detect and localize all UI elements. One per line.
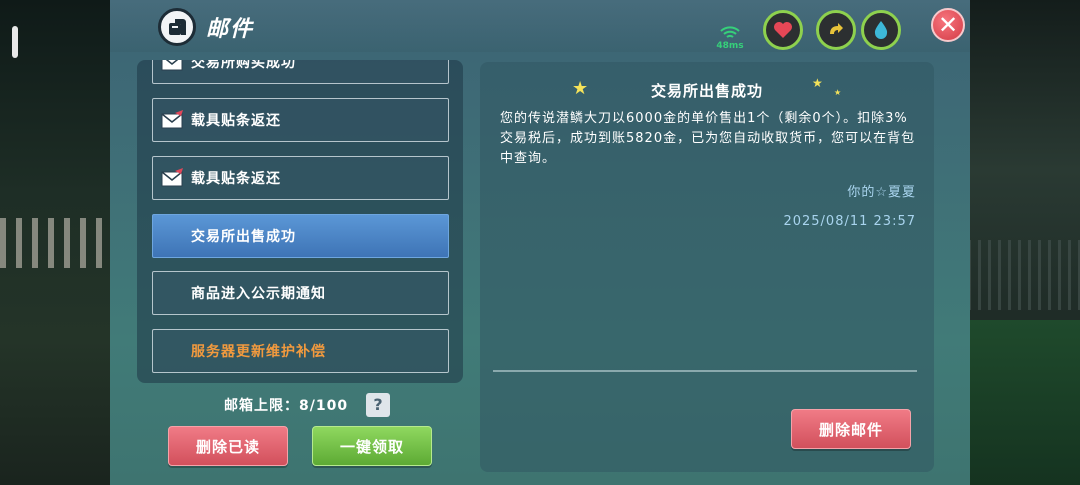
wifi-icon bbox=[720, 26, 740, 38]
stamina-stat[interactable] bbox=[816, 10, 856, 50]
network-status: 48ms bbox=[715, 24, 745, 51]
mail-signature: 你的☆夏夏 bbox=[847, 185, 916, 200]
background-fence bbox=[0, 218, 110, 268]
envelope-icon bbox=[161, 110, 183, 129]
envelope-icon bbox=[161, 168, 183, 187]
mail-body: 您的传说潜鳞大刀以6000金的单价售出1个（剩余0个）。扣除3%交易税后，成功到… bbox=[500, 111, 916, 166]
help-button[interactable]: ? bbox=[366, 393, 390, 417]
delete-read-button[interactable]: 删除已读 bbox=[168, 426, 288, 466]
mail-item-selected[interactable]: 交易所出售成功 bbox=[152, 214, 449, 258]
mail-item-label: 商品进入公示期通知 bbox=[191, 286, 326, 302]
mail-item[interactable]: 交易所购买成功 bbox=[152, 60, 449, 84]
heart-icon bbox=[774, 22, 792, 38]
mail-item-label: 交易所出售成功 bbox=[191, 229, 296, 245]
mail-item[interactable]: 载具贴条返还 bbox=[152, 156, 449, 200]
water-drop-icon bbox=[874, 21, 888, 39]
mail-list: 交易所购买成功 载具贴条返还 载具贴条返还 交易所出售成功 商品进入公示期通知 bbox=[137, 60, 463, 383]
mail-item[interactable]: 商品进入公示期通知 bbox=[152, 271, 449, 315]
mail-item[interactable]: 服务器更新维护补偿 bbox=[152, 329, 449, 373]
mail-item-label: 服务器更新维护补偿 bbox=[191, 344, 326, 360]
mail-title: 交易所出售成功 bbox=[650, 82, 763, 100]
background-fence-right bbox=[968, 240, 1080, 310]
window-title: 邮件 bbox=[206, 17, 255, 42]
health-stat[interactable] bbox=[763, 10, 803, 50]
delete-mail-button[interactable]: 删除邮件 bbox=[791, 409, 911, 449]
mail-window: 邮件 48ms ✕ 交易所购买成功 载具贴条返还 载具贴条返还 交易所出售成功 … bbox=[110, 0, 970, 485]
hydration-stat[interactable] bbox=[861, 10, 901, 50]
mail-item[interactable]: 载具贴条返还 bbox=[152, 98, 449, 142]
close-button[interactable]: ✕ bbox=[931, 8, 965, 42]
mail-detail-panel: ★ ★ ★ 交易所出售成功 您的传说潜鳞大刀以6000金的单价售出1个（剩余0个… bbox=[480, 62, 934, 472]
background-grass bbox=[968, 320, 1080, 485]
envelope-icon bbox=[161, 60, 183, 71]
mailbox-limit: 邮箱上限：8/100 bbox=[224, 398, 349, 414]
divider bbox=[493, 370, 917, 372]
mail-date: 2025/08/11 23:57 bbox=[783, 214, 916, 229]
side-drawer-handle[interactable] bbox=[12, 26, 18, 58]
collect-all-button[interactable]: 一键领取 bbox=[312, 426, 432, 466]
ping-label: 48ms bbox=[716, 41, 744, 51]
mail-logo-icon bbox=[158, 8, 196, 46]
mail-item-label: 交易所购买成功 bbox=[191, 60, 296, 71]
mail-item-label: 载具贴条返还 bbox=[191, 171, 281, 187]
stamina-icon bbox=[830, 23, 843, 34]
close-icon: ✕ bbox=[937, 11, 959, 39]
mail-item-label: 载具贴条返还 bbox=[191, 113, 281, 129]
